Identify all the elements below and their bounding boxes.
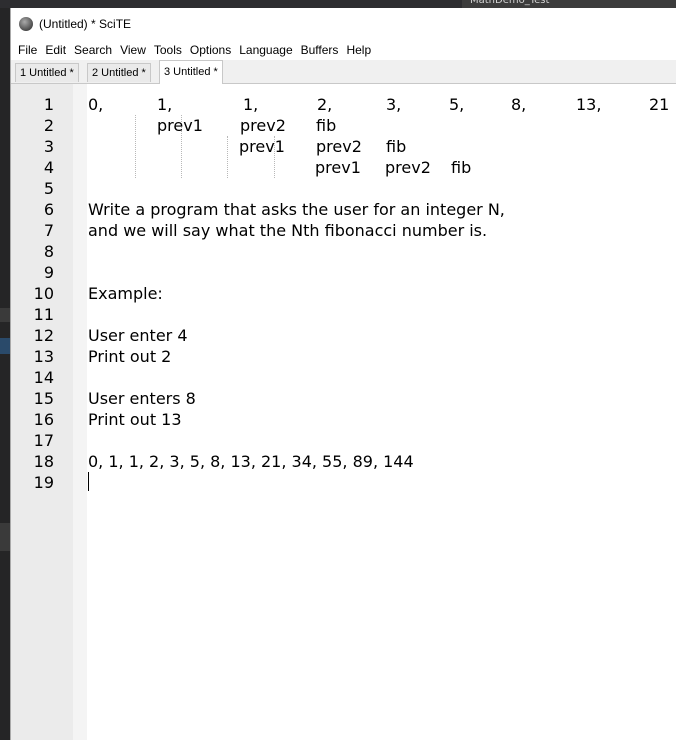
background-ide-sidebar <box>0 8 10 740</box>
background-tab[interactable]: MathDemo_Test <box>462 0 676 8</box>
code-line: Example: <box>88 284 163 303</box>
menu-tools[interactable]: Tools <box>150 43 186 57</box>
code-token: 3, <box>386 95 402 114</box>
line-number: 14 <box>33 368 54 387</box>
code-line: Print out 13 <box>88 410 182 429</box>
menu-language[interactable]: Language <box>235 43 296 57</box>
code-line: User enter 4 <box>88 326 188 345</box>
menu-help[interactable]: Help <box>342 43 375 57</box>
code-token: fib <box>386 137 407 156</box>
menu-view[interactable]: View <box>116 43 150 57</box>
menu-file[interactable]: File <box>11 43 41 57</box>
window-title: (Untitled) * SciTE <box>39 17 132 31</box>
code-token: fib <box>316 116 337 135</box>
fold-margin[interactable] <box>73 84 87 740</box>
code-token: prev2 <box>385 158 431 177</box>
menu-edit[interactable]: Edit <box>41 43 70 57</box>
tab-buffer-3[interactable]: 3 Untitled * <box>159 60 223 84</box>
background-panel-strip <box>0 523 10 551</box>
tab-buffer-2[interactable]: 2 Untitled * <box>87 63 151 82</box>
menu-bar: File Edit Search View Tools Options Lang… <box>11 40 676 60</box>
menu-search[interactable]: Search <box>70 43 116 57</box>
code-token: 2, <box>317 95 333 114</box>
background-panel-strip-blue <box>0 338 10 354</box>
background-panel-strip <box>0 308 10 322</box>
line-number: 13 <box>33 347 54 366</box>
code-token: 8, <box>511 95 527 114</box>
code-token: 21 <box>649 95 670 114</box>
scite-window: (Untitled) * SciTE File Edit Search View… <box>10 8 676 740</box>
menu-buffers[interactable]: Buffers <box>297 43 343 57</box>
line-number: 9 <box>43 263 54 282</box>
line-number: 19 <box>33 473 54 492</box>
code-token: prev2 <box>240 116 286 135</box>
code-token: prev1 <box>157 116 203 135</box>
text-caret <box>88 472 89 491</box>
line-number: 8 <box>43 242 54 261</box>
code-token: fib <box>451 158 472 177</box>
code-line: User enters 8 <box>88 389 196 408</box>
text-editor[interactable]: 0, 1, 1, 2, 3, 5, 8, 13, 21 prev1 prev2 … <box>87 84 676 740</box>
code-token: prev1 <box>315 158 361 177</box>
line-number: 5 <box>43 179 54 198</box>
line-number: 17 <box>33 431 54 450</box>
scite-app-icon <box>19 17 33 31</box>
buffer-tab-bar: 1 Untitled * 2 Untitled * 3 Untitled * <box>11 60 676 84</box>
code-token: prev1 <box>239 137 285 156</box>
code-line: Write a program that asks the user for a… <box>88 200 505 219</box>
code-line: and we will say what the Nth fibonacci n… <box>88 221 488 240</box>
code-line: Print out 2 <box>88 347 172 366</box>
line-number: 6 <box>43 200 54 219</box>
line-number: 4 <box>43 158 54 177</box>
code-line: 0, 1, 1, 2, 3, 5, 8, 13, 21, 34, 55, 89,… <box>88 452 414 471</box>
menu-options[interactable]: Options <box>186 43 235 57</box>
indent-guide <box>135 115 136 178</box>
code-token: 1, <box>157 95 173 114</box>
code-token: 0, <box>88 95 104 114</box>
line-number: 15 <box>33 389 54 408</box>
tab-buffer-1[interactable]: 1 Untitled * <box>15 63 79 82</box>
line-number: 18 <box>33 452 54 471</box>
title-bar[interactable]: (Untitled) * SciTE <box>11 8 676 40</box>
line-number-margin: 1 2 3 4 5 6 7 8 9 10 11 12 13 14 15 16 1… <box>11 84 73 740</box>
line-number: 10 <box>33 284 54 303</box>
line-number: 16 <box>33 410 54 429</box>
line-number: 7 <box>43 221 54 240</box>
line-number: 11 <box>33 305 54 324</box>
background-ide-topbar: MathDemo_Test <box>0 0 676 8</box>
line-number: 2 <box>43 116 54 135</box>
line-number: 3 <box>43 137 54 156</box>
line-number: 12 <box>33 326 54 345</box>
code-token: 13, <box>576 95 602 114</box>
code-token: prev2 <box>316 137 362 156</box>
code-token: 1, <box>243 95 259 114</box>
code-token: 5, <box>449 95 465 114</box>
indent-guide <box>227 136 228 178</box>
line-number: 1 <box>43 95 54 114</box>
